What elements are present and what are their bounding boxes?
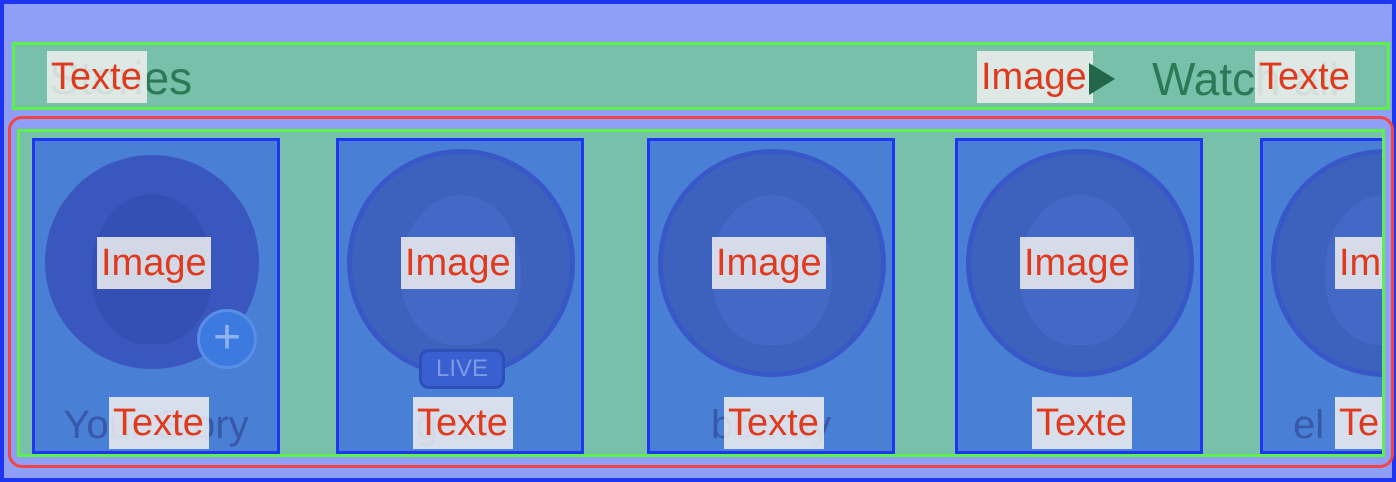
image-annotation: Im	[1335, 237, 1382, 289]
name-annotation: Texte	[724, 397, 824, 449]
watch-all-link[interactable]: Image Watch all Texte	[977, 51, 1357, 105]
image-annotation: Image	[97, 237, 211, 289]
stories-carousel[interactable]: + Image Your Story Texte LIVE Image gr..…	[8, 116, 1394, 468]
story-item[interactable]: Image Texte	[955, 138, 1203, 454]
image-annotation: Image	[401, 237, 515, 289]
image-annotation: Image	[712, 237, 826, 289]
name-annotation: Te	[1335, 397, 1382, 449]
watch-all-annotation: Texte	[1255, 51, 1355, 103]
play-icon-annotation: Image	[977, 51, 1093, 103]
stories-screen: Stories Texte Image Watch all Texte + Im…	[0, 0, 1396, 482]
live-badge: LIVE	[419, 349, 505, 389]
play-icon	[1089, 63, 1115, 95]
image-annotation: Image	[1020, 237, 1134, 289]
title-annotation: Texte	[47, 51, 147, 103]
stories-list: + Image Your Story Texte LIVE Image gr..…	[17, 129, 1385, 457]
story-item[interactable]: Im el Te	[1260, 138, 1382, 454]
name-annotation: Texte	[413, 397, 513, 449]
story-item[interactable]: Image be...uy Texte	[647, 138, 895, 454]
story-your-story[interactable]: + Image Your Story Texte	[32, 138, 280, 454]
stories-header: Stories Texte Image Watch all Texte	[12, 42, 1390, 110]
name-annotation: Texte	[109, 397, 209, 449]
name-annotation: Texte	[1032, 397, 1132, 449]
plus-icon[interactable]: +	[197, 309, 257, 369]
story-item[interactable]: LIVE Image gr...a Texte	[336, 138, 584, 454]
